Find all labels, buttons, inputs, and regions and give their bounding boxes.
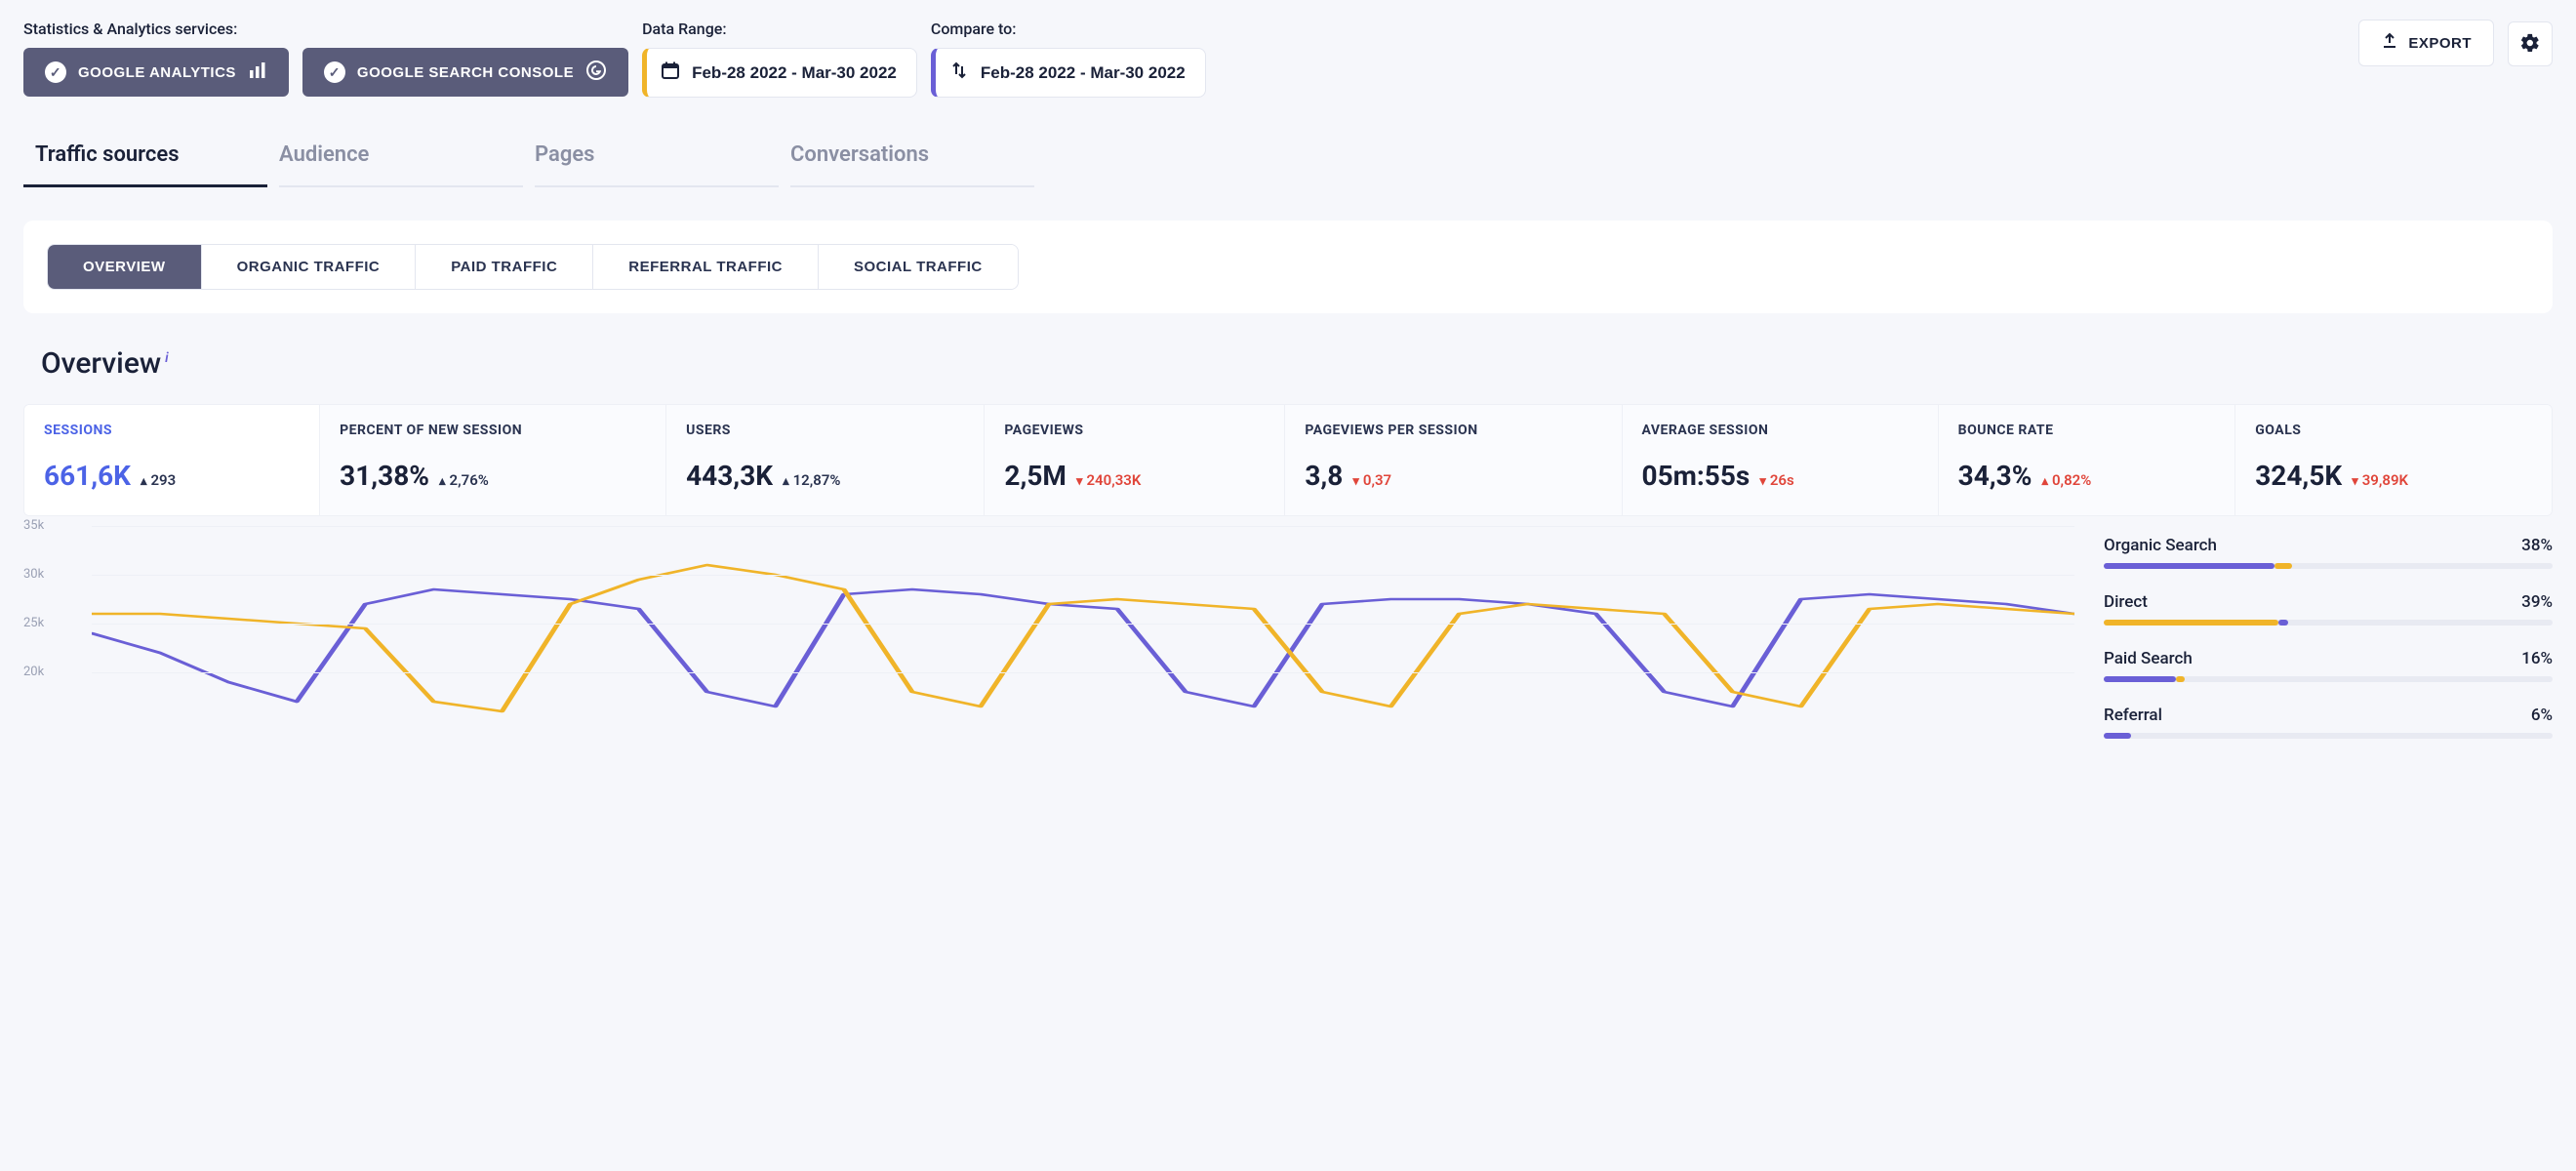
metric-label: BOUNCE RATE <box>1958 423 2216 438</box>
tab-audience[interactable]: Audience <box>279 141 523 187</box>
legend-pct: 6% <box>2531 706 2553 725</box>
metric-delta: 0,82% <box>2041 471 2091 489</box>
metric-value: 05m:55s <box>1642 460 1751 492</box>
service-label: GOOGLE SEARCH CONSOLE <box>357 64 574 81</box>
y-tick: 30k <box>23 567 44 582</box>
metric-delta: 0,37 <box>1352 471 1391 489</box>
service-label: GOOGLE ANALYTICS <box>78 64 236 81</box>
metric-card[interactable]: PAGEVIEWS PER SESSION 3,8 0,37 <box>1285 405 1622 515</box>
metric-card[interactable]: SESSIONS 661,6K 293 <box>24 405 320 515</box>
data-range-label: Data Range: <box>642 20 917 38</box>
legend-item: Paid Search 16% <box>2104 649 2553 682</box>
metric-delta: 26s <box>1759 471 1793 489</box>
traffic-source-breakdown: Organic Search 38% Direct 39% Paid Search 16%… <box>2104 526 2553 762</box>
legend-bar <box>2104 676 2553 682</box>
compare-to-label: Compare to: <box>931 20 1206 38</box>
legend-item: Direct 39% <box>2104 592 2553 626</box>
legend-label: Direct <box>2104 592 2148 612</box>
metric-delta: 293 <box>141 471 176 489</box>
subtab-referral[interactable]: REFERRAL TRAFFIC <box>593 245 819 289</box>
metric-delta: 240,33K <box>1076 471 1141 489</box>
metric-cards: SESSIONS 661,6K 293 PERCENT OF NEW SESSION 3… <box>23 404 2553 516</box>
swap-arrows-icon <box>949 61 969 85</box>
calendar-icon <box>661 61 680 85</box>
metric-card[interactable]: GOALS 324,5K 39,89K <box>2235 405 2552 515</box>
metric-label: PERCENT OF NEW SESSION <box>340 423 646 438</box>
legend-pct: 38% <box>2521 536 2553 555</box>
service-google-search-console[interactable]: ✓ GOOGLE SEARCH CONSOLE <box>302 48 628 97</box>
metric-card[interactable]: USERS 443,3K 12,87% <box>666 405 985 515</box>
metric-label: PAGEVIEWS <box>1004 423 1265 438</box>
gridline <box>92 575 2074 576</box>
metric-label: AVERAGE SESSION <box>1642 423 1918 438</box>
legend-bar <box>2104 563 2553 569</box>
legend-label: Referral <box>2104 706 2162 725</box>
gridline <box>92 624 2074 625</box>
metric-delta: 12,87% <box>783 471 840 489</box>
settings-button[interactable] <box>2508 21 2553 66</box>
y-tick: 25k <box>23 616 44 630</box>
gridline <box>92 672 2074 673</box>
services-label: Statistics & Analytics services: <box>23 20 628 38</box>
subtab-paid[interactable]: PAID TRAFFIC <box>416 245 593 289</box>
service-google-analytics[interactable]: ✓ GOOGLE ANALYTICS <box>23 48 289 97</box>
traffic-subtabs-panel: OVERVIEW ORGANIC TRAFFIC PAID TRAFFIC RE… <box>23 221 2553 313</box>
metric-delta: 39,89K <box>2352 471 2408 489</box>
y-tick: 35k <box>23 518 44 533</box>
date-range-value: Feb-28 2022 - Mar-30 2022 <box>692 63 897 83</box>
metric-value: 443,3K <box>686 460 773 492</box>
gear-icon <box>2519 32 2541 57</box>
legend-item: Referral 6% <box>2104 706 2553 739</box>
section-title: Overviewi <box>41 346 2553 381</box>
metric-card[interactable]: BOUNCE RATE 34,3% 0,82% <box>1939 405 2236 515</box>
metric-value: 3,8 <box>1305 460 1343 492</box>
metric-card[interactable]: AVERAGE SESSION 05m:55s 26s <box>1623 405 1939 515</box>
legend-bar <box>2104 620 2553 626</box>
metric-label: USERS <box>686 423 964 438</box>
metric-value: 31,38% <box>340 460 429 492</box>
legend-item: Organic Search 38% <box>2104 536 2553 569</box>
metric-card[interactable]: PERCENT OF NEW SESSION 31,38% 2,76% <box>320 405 666 515</box>
legend-bar <box>2104 733 2553 739</box>
legend-label: Organic Search <box>2104 536 2217 555</box>
compare-range-value: Feb-28 2022 - Mar-30 2022 <box>981 63 1186 83</box>
tab-conversations[interactable]: Conversations <box>790 141 1034 187</box>
check-icon: ✓ <box>45 61 66 83</box>
subtab-overview[interactable]: OVERVIEW <box>48 245 202 289</box>
export-label: EXPORT <box>2408 35 2472 52</box>
data-range-picker[interactable]: Feb-28 2022 - Mar-30 2022 <box>642 48 917 98</box>
check-icon: ✓ <box>324 61 345 83</box>
compare-range-picker[interactable]: Feb-28 2022 - Mar-30 2022 <box>931 48 1206 98</box>
main-tabs: Traffic sources Audience Pages Conversat… <box>23 141 2553 187</box>
bar-chart-icon <box>248 61 267 84</box>
metric-label: GOALS <box>2255 423 2532 438</box>
metric-value: 34,3% <box>1958 460 2033 492</box>
metric-label: SESSIONS <box>44 423 300 438</box>
tab-traffic-sources[interactable]: Traffic sources <box>23 141 267 187</box>
upload-icon <box>2381 32 2398 54</box>
tab-pages[interactable]: Pages <box>535 141 779 187</box>
metric-delta: 2,76% <box>439 471 489 489</box>
info-icon[interactable]: i <box>165 350 169 366</box>
google-circle-icon <box>585 60 607 85</box>
metric-card[interactable]: PAGEVIEWS 2,5M 240,33K <box>985 405 1285 515</box>
subtab-social[interactable]: SOCIAL TRAFFIC <box>819 245 1018 289</box>
legend-pct: 39% <box>2521 592 2553 612</box>
subtab-organic[interactable]: ORGANIC TRAFFIC <box>202 245 417 289</box>
sessions-chart: 35k30k25k20k <box>23 526 2074 721</box>
metric-value: 2,5M <box>1004 460 1067 492</box>
gridline <box>92 526 2074 527</box>
metric-value: 661,6K <box>44 460 131 492</box>
legend-label: Paid Search <box>2104 649 2193 668</box>
y-tick: 20k <box>23 665 44 679</box>
legend-pct: 16% <box>2521 649 2553 668</box>
metric-value: 324,5K <box>2255 460 2342 492</box>
traffic-subtabs: OVERVIEW ORGANIC TRAFFIC PAID TRAFFIC RE… <box>47 244 1019 290</box>
export-button[interactable]: EXPORT <box>2358 20 2494 66</box>
metric-label: PAGEVIEWS PER SESSION <box>1305 423 1601 438</box>
